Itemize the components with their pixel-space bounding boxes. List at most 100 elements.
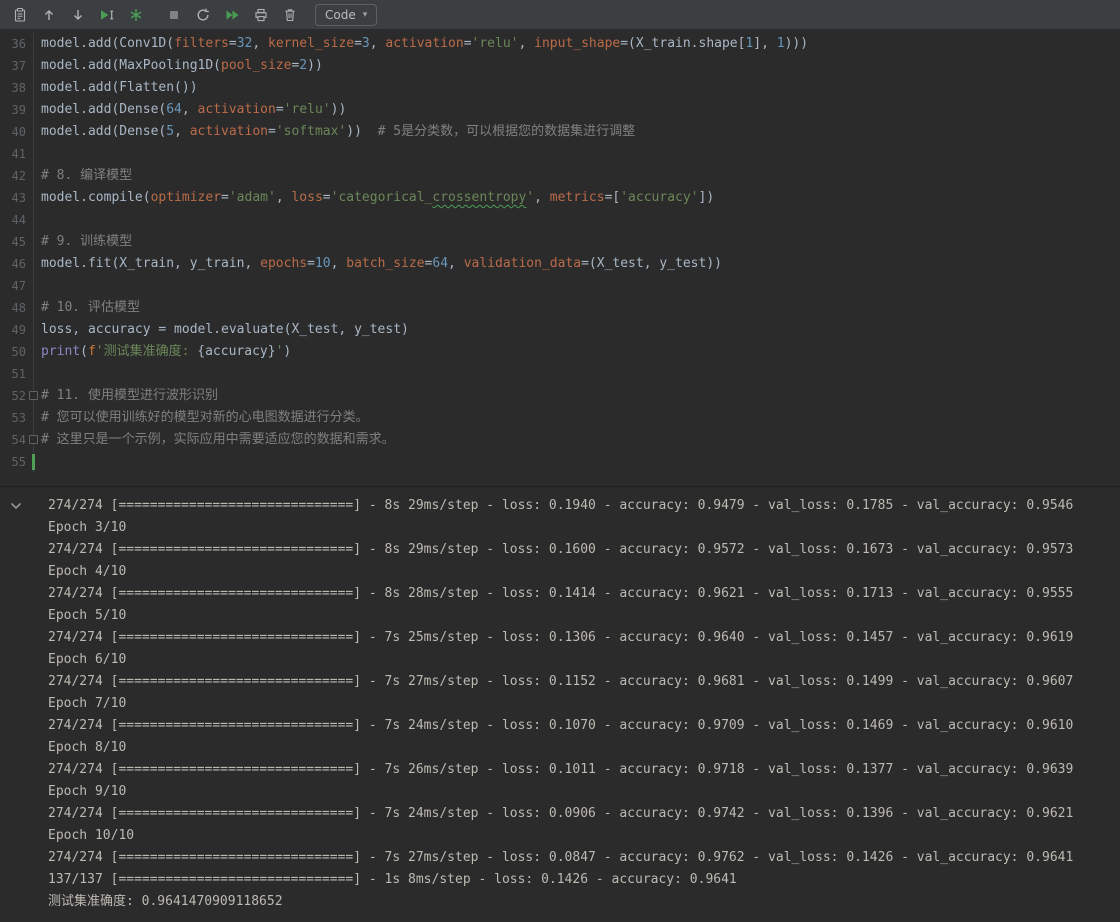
code-text: # 8. 编译模型 [34,165,132,187]
run-all-cells-icon[interactable] [122,3,149,27]
code-line-54[interactable]: 54# 这里只是一个示例，实际应用中需要适应您的数据和需求。 [0,429,1120,451]
code-text: loss, accuracy = model.evaluate(X_test, … [34,319,409,341]
line-number: 40 [0,121,34,143]
toolbar-separator [151,3,158,27]
console-line: Epoch 9/10 [0,781,1120,803]
editor-lines: 36model.add(Conv1D(filters=32, kernel_si… [0,33,1120,473]
code-line-45[interactable]: 45# 9. 训练模型 [0,231,1120,253]
code-line-51[interactable]: 51 [0,363,1120,385]
chevron-down-icon: ▾ [363,10,368,20]
console-output: 274/274 [==============================]… [0,495,1120,913]
code-line-43[interactable]: 43model.compile(optimizer='adam', loss='… [0,187,1120,209]
code-line-52[interactable]: 52# 11. 使用模型进行波形识别 [0,385,1120,407]
cell-type-dropdown[interactable]: Code ▾ [315,4,377,26]
console-line: 274/274 [==============================]… [0,847,1120,869]
line-number: 43 [0,187,34,209]
console-line: Epoch 7/10 [0,693,1120,715]
console-line: Epoch 5/10 [0,605,1120,627]
console-line: 274/274 [==============================]… [0,671,1120,693]
code-line-49[interactable]: 49loss, accuracy = model.evaluate(X_test… [0,319,1120,341]
stop-icon[interactable] [160,3,187,27]
delete-cell-icon[interactable] [276,3,303,27]
fold-chevron-icon[interactable] [8,500,24,512]
printer-icon[interactable] [247,3,274,27]
line-number: 49 [0,319,34,341]
console-line: Epoch 10/10 [0,825,1120,847]
line-number: 45 [0,231,34,253]
caret-line-marker [32,454,35,470]
code-text: model.add(MaxPooling1D(pool_size=2)) [34,55,323,77]
code-text: # 11. 使用模型进行波形识别 [34,385,218,407]
code-text [34,143,41,165]
line-number: 36 [0,33,34,55]
code-line-42[interactable]: 42# 8. 编译模型 [0,165,1120,187]
code-text: model.add(Flatten()) [34,77,198,99]
code-line-40[interactable]: 40model.add(Dense(5, activation='softmax… [0,121,1120,143]
ide-window: Code ▾ 36model.add(Conv1D(filters=32, ke… [0,0,1120,922]
code-text: model.fit(X_train, y_train, epochs=10, b… [34,253,722,275]
code-line-55[interactable]: 55 [0,451,1120,473]
console-line: Epoch 4/10 [0,561,1120,583]
notebook-toolbar: Code ▾ [0,0,1120,30]
line-number: 42 [0,165,34,187]
line-number: 41 [0,143,34,165]
code-text: model.add(Dense(64, activation='relu')) [34,99,346,121]
line-number: 37 [0,55,34,77]
line-number: 38 [0,77,34,99]
console-line: 274/274 [==============================]… [0,583,1120,605]
fold-marker-icon[interactable] [29,435,38,444]
fold-marker-icon[interactable] [29,391,38,400]
code-line-36[interactable]: 36model.add(Conv1D(filters=32, kernel_si… [0,33,1120,55]
code-text: model.compile(optimizer='adam', loss='ca… [34,187,714,209]
code-text [34,209,41,231]
console-line: 274/274 [==============================]… [0,759,1120,781]
line-number: 51 [0,363,34,385]
code-line-50[interactable]: 50print(f'测试集准确度: {accuracy}') [0,341,1120,363]
line-number: 46 [0,253,34,275]
console-line: 274/274 [==============================]… [0,627,1120,649]
run-console[interactable]: 274/274 [==============================]… [0,486,1120,922]
line-number: 44 [0,209,34,231]
restart-kernel-icon[interactable] [189,3,216,27]
code-text: # 您可以使用训练好的模型对新的心电图数据进行分类。 [34,407,369,429]
code-text: # 9. 训练模型 [34,231,132,253]
line-number: 47 [0,275,34,297]
line-number: 55 [0,451,34,473]
code-line-46[interactable]: 46model.fit(X_train, y_train, epochs=10,… [0,253,1120,275]
code-text [34,363,41,385]
code-line-41[interactable]: 41 [0,143,1120,165]
code-line-38[interactable]: 38model.add(Flatten()) [0,77,1120,99]
code-text: model.add(Dense(5, activation='softmax')… [34,121,635,143]
console-line: 274/274 [==============================]… [0,539,1120,561]
code-line-48[interactable]: 48# 10. 评估模型 [0,297,1120,319]
console-line: 274/274 [==============================]… [0,803,1120,825]
code-line-44[interactable]: 44 [0,209,1120,231]
code-text: # 10. 评估模型 [34,297,140,319]
code-text: model.add(Conv1D(filters=32, kernel_size… [34,33,808,55]
line-number: 53 [0,407,34,429]
console-line: 274/274 [==============================]… [0,495,1120,517]
move-up-icon[interactable] [35,3,62,27]
code-line-37[interactable]: 37model.add(MaxPooling1D(pool_size=2)) [0,55,1120,77]
code-line-47[interactable]: 47 [0,275,1120,297]
cell-type-label: Code [325,8,356,22]
code-text: # 这里只是一个示例，实际应用中需要适应您的数据和需求。 [34,429,395,451]
line-number: 50 [0,341,34,363]
move-down-icon[interactable] [64,3,91,27]
code-line-39[interactable]: 39model.add(Dense(64, activation='relu')… [0,99,1120,121]
console-line: 测试集准确度: 0.9641470909118652 [0,891,1120,913]
code-editor[interactable]: 36model.add(Conv1D(filters=32, kernel_si… [0,30,1120,486]
console-line: Epoch 6/10 [0,649,1120,671]
code-line-53[interactable]: 53# 您可以使用训练好的模型对新的心电图数据进行分类。 [0,407,1120,429]
code-text: print(f'测试集准确度: {accuracy}') [34,341,291,363]
console-line: Epoch 8/10 [0,737,1120,759]
resume-icon[interactable] [218,3,245,27]
run-cell-icon[interactable] [93,3,120,27]
line-number: 48 [0,297,34,319]
console-line: 274/274 [==============================]… [0,715,1120,737]
console-line: Epoch 3/10 [0,517,1120,539]
clipboard-icon[interactable] [6,3,33,27]
code-text [34,275,41,297]
console-line: 137/137 [==============================]… [0,869,1120,891]
line-number: 39 [0,99,34,121]
